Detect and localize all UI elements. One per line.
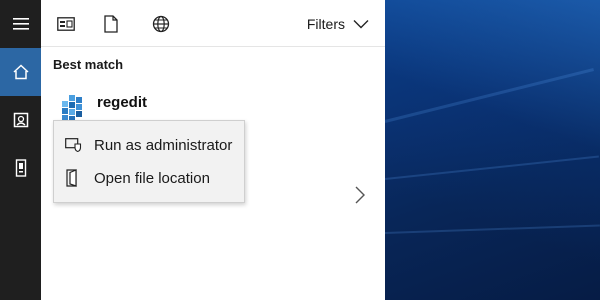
search-toolbar: Filters xyxy=(41,0,385,47)
filters-dropdown[interactable]: Filters xyxy=(307,14,369,34)
apps-icon xyxy=(57,17,75,31)
folder-open-icon xyxy=(66,169,77,187)
web-filter-button[interactable] xyxy=(150,13,172,35)
home-icon xyxy=(12,64,29,80)
apps-filter-button[interactable] xyxy=(55,13,77,35)
shield-icon xyxy=(65,138,82,152)
best-match-heading: Best match xyxy=(53,57,124,72)
context-menu: Run as administrator Open file location xyxy=(53,120,245,203)
document-icon xyxy=(104,15,118,33)
notebook-button[interactable] xyxy=(0,96,41,144)
wallpaper-light-beam xyxy=(384,224,600,234)
start-left-rail xyxy=(0,0,41,300)
chevron-down-icon xyxy=(353,20,369,29)
web-globe-icon xyxy=(152,15,170,33)
device-button[interactable] xyxy=(0,144,41,192)
chevron-right-icon[interactable] xyxy=(353,185,367,205)
registry-editor-icon xyxy=(62,95,82,121)
device-icon xyxy=(15,159,26,177)
wallpaper-light-beam xyxy=(384,155,599,180)
home-button[interactable] xyxy=(0,48,41,96)
wallpaper-light-beam xyxy=(384,68,594,123)
hamburger-menu-button[interactable] xyxy=(0,0,41,48)
best-match-title: regedit xyxy=(97,94,148,111)
menu-item-label: Open file location xyxy=(94,169,210,187)
filters-label: Filters xyxy=(306,16,345,32)
hamburger-menu-icon xyxy=(12,18,29,30)
desktop-wallpaper xyxy=(384,0,600,300)
notebook-icon xyxy=(13,112,28,128)
menu-item-label: Run as administrator xyxy=(94,136,233,154)
menu-item-run-as-administrator[interactable]: Run as administrator xyxy=(54,129,244,161)
documents-filter-button[interactable] xyxy=(100,13,122,35)
menu-item-open-file-location[interactable]: Open file location xyxy=(54,162,244,194)
